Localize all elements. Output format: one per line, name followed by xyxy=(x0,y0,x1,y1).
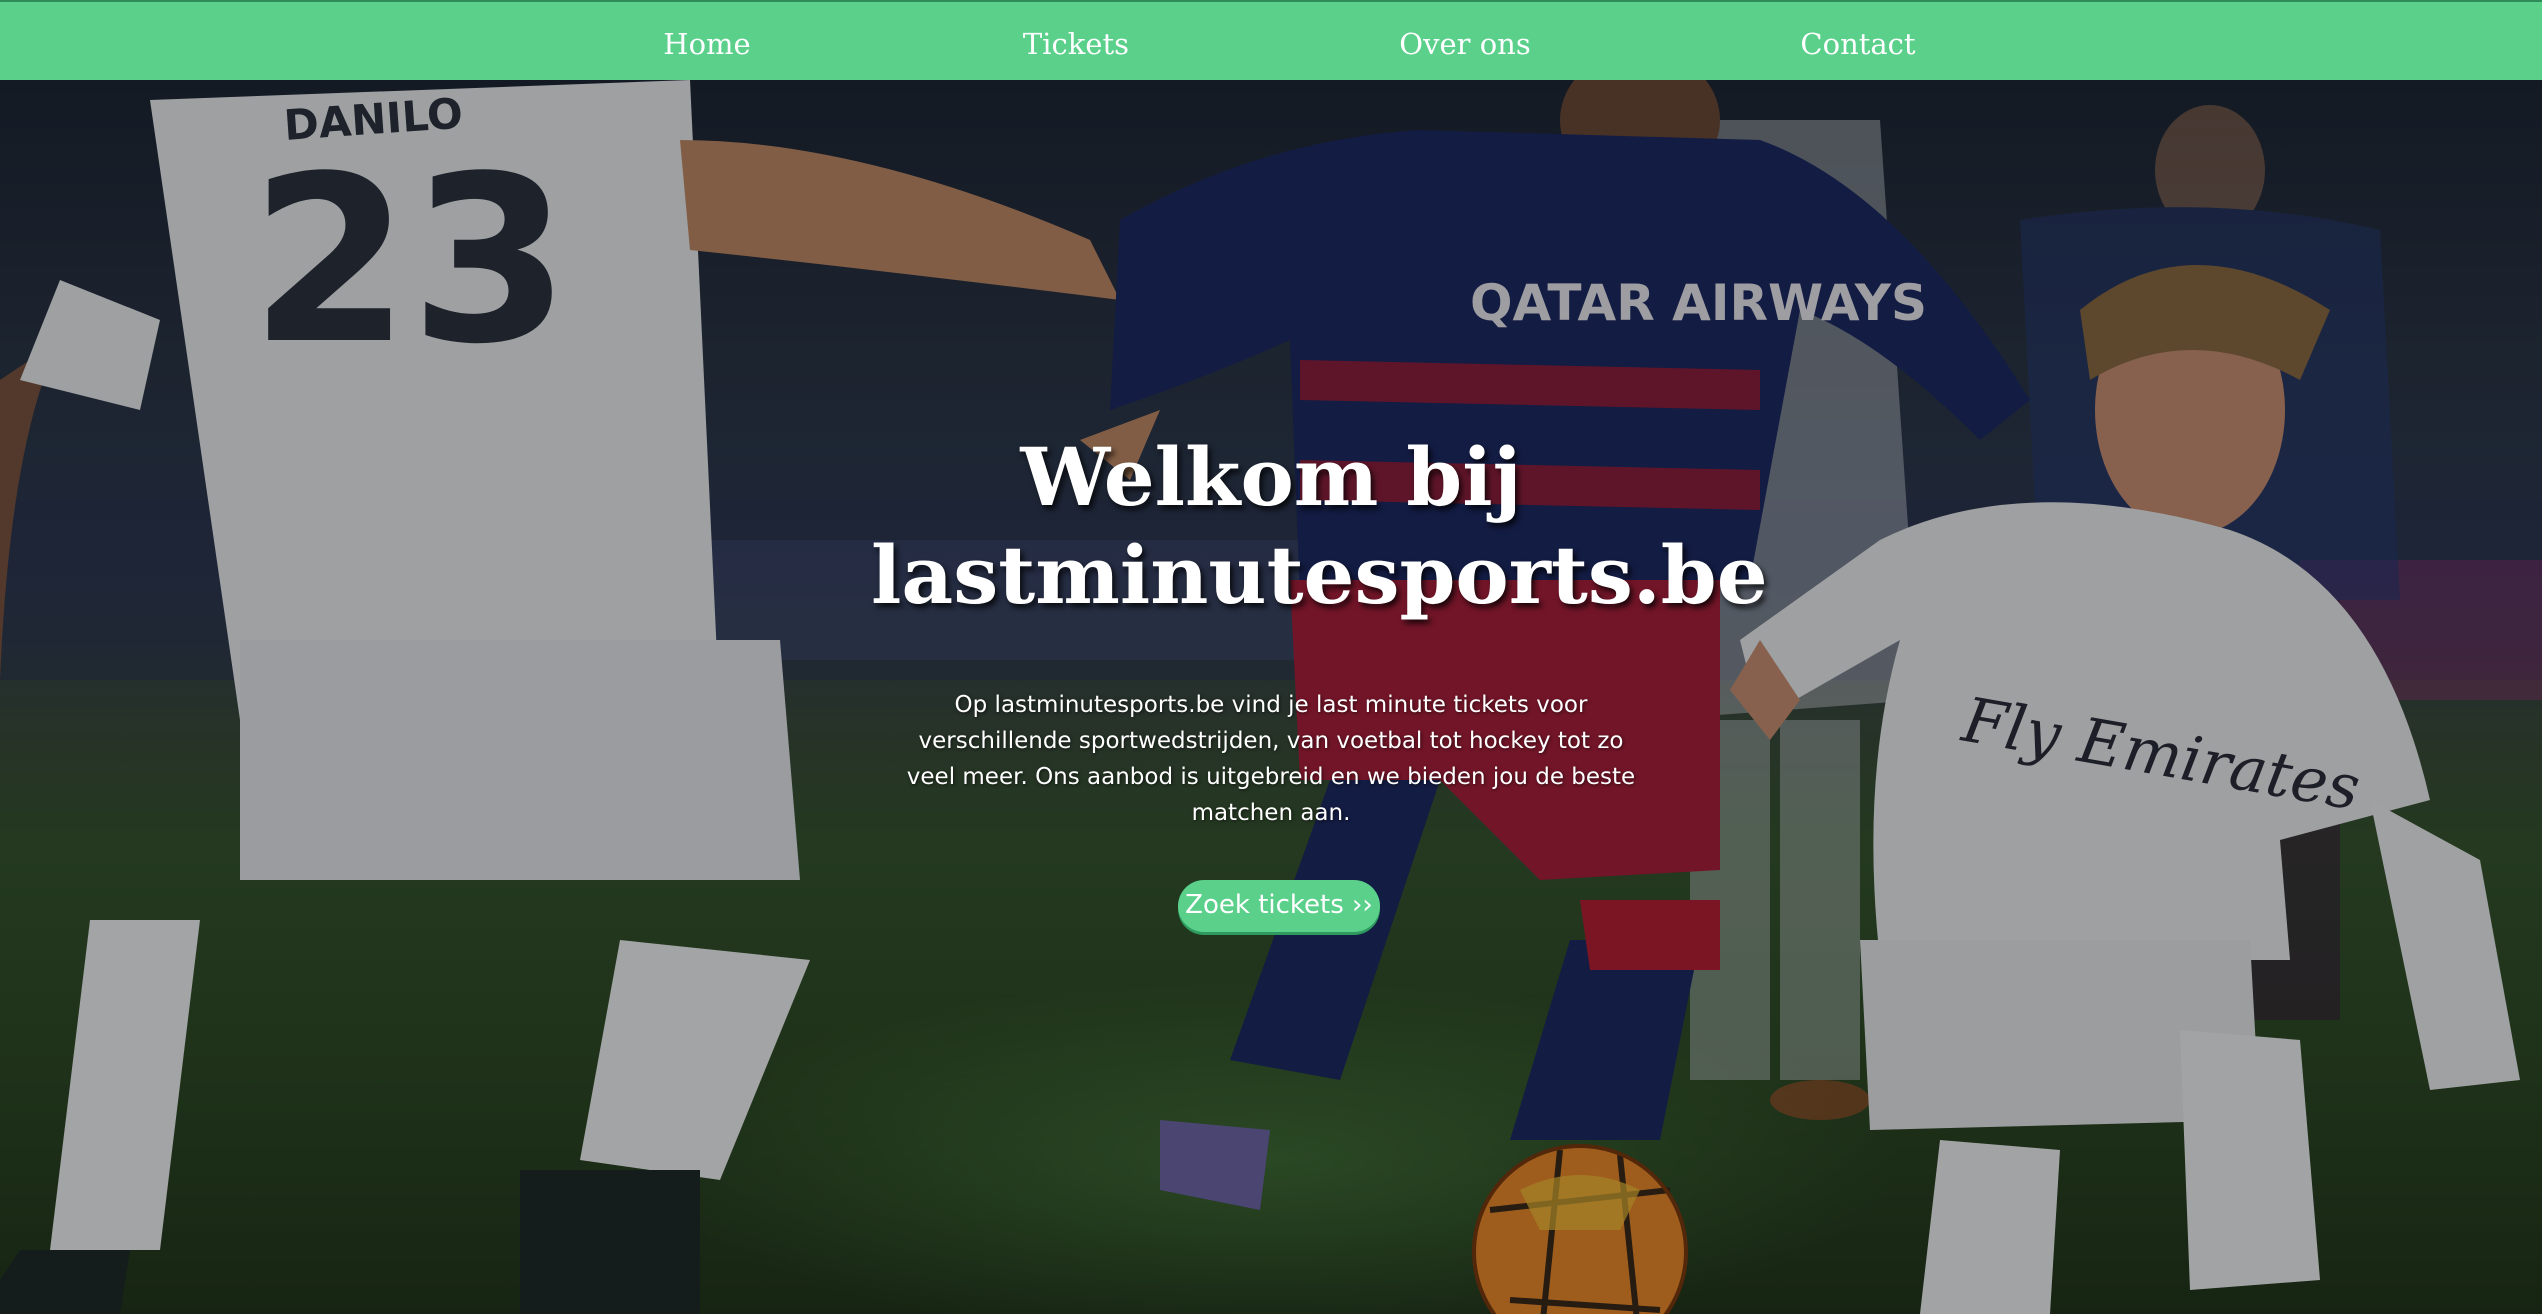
hero-section: 23 DANILO QATAR AIRWAYS Fly Emirates Wel… xyxy=(0,80,2542,1314)
nav-item-home[interactable]: Home xyxy=(663,2,750,82)
main-navbar: Home Tickets Over ons Contact xyxy=(0,0,2542,80)
hero-description: Op lastminutesports.be vind je last minu… xyxy=(906,692,1636,826)
nav-item-over-ons[interactable]: Over ons xyxy=(1399,2,1530,82)
nav-item-contact[interactable]: Contact xyxy=(1800,2,1915,82)
nav-item-tickets[interactable]: Tickets xyxy=(1023,2,1129,82)
zoek-tickets-button[interactable]: Zoek tickets ›› xyxy=(1178,880,1380,932)
page: Home Tickets Over ons Contact 23 DANILO … xyxy=(0,0,2542,1314)
hero-title: Welkom bij lastminutesports.be xyxy=(871,430,1768,622)
